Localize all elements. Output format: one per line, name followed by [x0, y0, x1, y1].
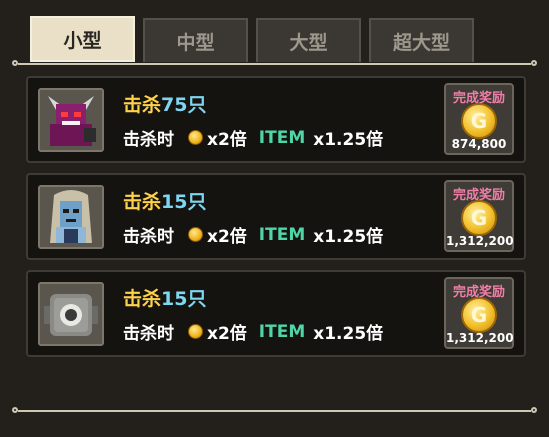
tab-small[interactable]: 小型: [30, 16, 135, 62]
top-divider: [12, 60, 537, 66]
quest-title: 击杀15只: [123, 187, 206, 214]
quest-row: 击杀15只 击杀时 x2倍 ITEM x1.25倍 完成奖励 G 1,312,2…: [26, 173, 526, 260]
item-label: ITEM: [258, 321, 306, 342]
gold-coin-icon: G: [461, 297, 497, 333]
gold-coin-icon: G: [461, 103, 497, 139]
reward-amount: 1,312,200: [446, 331, 514, 345]
coin-icon: [188, 324, 203, 339]
tab-extra-large[interactable]: 超大型: [369, 18, 474, 62]
kill-label: 击杀: [123, 288, 162, 310]
reward-box[interactable]: 完成奖励 G 1,312,200: [444, 180, 514, 252]
quest-row: 击杀75只 击杀时 x2倍 ITEM x1.25倍 完成奖励 G 874,800: [26, 76, 526, 163]
kill-label: 击杀: [123, 191, 162, 213]
quest-title: 击杀15只: [123, 284, 206, 311]
item-multiplier: x1.25倍: [313, 324, 384, 344]
gold-coin-icon: G: [461, 200, 497, 236]
kill-label: 击杀: [123, 94, 162, 116]
reward-amount: 1,312,200: [446, 234, 514, 248]
tab-large[interactable]: 大型: [256, 18, 361, 62]
quest-title: 击杀75只: [123, 90, 206, 117]
coin-icon: [188, 130, 203, 145]
stone-eye-portrait-icon: [38, 282, 104, 346]
demon-portrait-icon: [38, 88, 104, 152]
kill-count: 75只: [161, 94, 207, 116]
on-kill-label: 击杀时: [123, 227, 174, 247]
size-tabs: 小型 中型 大型 超大型: [30, 16, 476, 62]
item-label: ITEM: [258, 224, 306, 245]
reward-box[interactable]: 完成奖励 G 1,312,200: [444, 277, 514, 349]
quest-row: 击杀15只 击杀时 x2倍 ITEM x1.25倍 完成奖励 G 1,312,2…: [26, 270, 526, 357]
coin-multiplier: x2倍: [207, 227, 247, 247]
on-kill-label: 击杀时: [123, 324, 174, 344]
kill-count: 15只: [161, 288, 207, 310]
coin-multiplier: x2倍: [207, 130, 247, 150]
reward-box[interactable]: 完成奖励 G 874,800: [444, 83, 514, 155]
bonus-line: 击杀时 x2倍 ITEM x1.25倍: [123, 125, 384, 151]
item-multiplier: x1.25倍: [313, 130, 384, 150]
ghost-portrait-icon: [38, 185, 104, 249]
tab-medium[interactable]: 中型: [143, 18, 248, 62]
item-multiplier: x1.25倍: [313, 227, 384, 247]
kill-count: 15只: [161, 191, 207, 213]
bottom-divider: [12, 407, 537, 413]
coin-multiplier: x2倍: [207, 324, 247, 344]
bonus-line: 击杀时 x2倍 ITEM x1.25倍: [123, 319, 384, 345]
reward-amount: 874,800: [451, 137, 507, 151]
item-label: ITEM: [258, 127, 306, 148]
on-kill-label: 击杀时: [123, 130, 174, 150]
coin-icon: [188, 227, 203, 242]
bonus-line: 击杀时 x2倍 ITEM x1.25倍: [123, 222, 384, 248]
